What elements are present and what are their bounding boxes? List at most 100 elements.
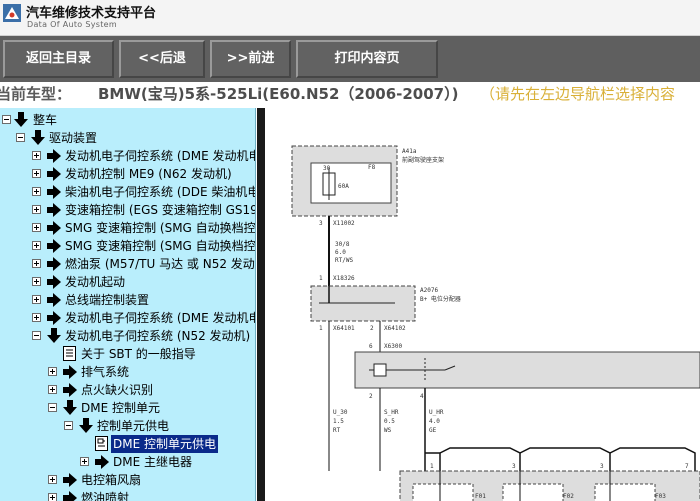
f01-label: F01 [475, 493, 486, 500]
pin-7: 7 [685, 463, 689, 470]
fuse-f02 [502, 483, 564, 501]
current-vehicle-bar: 当前车型： BMW(宝马)5系-525Li(E60.N52（2006-2007）… [0, 82, 700, 106]
tree-item-label: 排气系统 [81, 365, 130, 379]
tree-item-label: DME 主继电器 [113, 455, 192, 469]
wire-u30-b: 1.5 [333, 418, 344, 425]
pin-2b: 2 [369, 393, 373, 400]
collapse-icon[interactable] [16, 133, 25, 142]
right-arrow-icon [47, 149, 61, 163]
app-title: 汽车维修技术支持平台 [26, 6, 157, 21]
down-arrow-icon [47, 328, 61, 343]
wiring-diagram-panel: A41a 前副驾驶座支架 F8 30 60A 3 X11002 30/8 6.0… [257, 108, 700, 501]
expand-icon[interactable] [32, 313, 41, 322]
tree-item-label: 燃油喷射 [81, 491, 130, 501]
collapse-icon[interactable] [32, 331, 41, 340]
right-arrow-icon [47, 203, 61, 217]
app-header: 汽车维修技术支持平台 Data Of Auto System [0, 0, 700, 36]
expand-icon[interactable] [48, 475, 57, 484]
pin-3: 3 [319, 220, 323, 227]
back-button[interactable]: <<后退 [119, 40, 205, 78]
right-arrow-icon [47, 239, 61, 253]
x11002-label: X11002 [333, 220, 355, 227]
expand-icon[interactable] [32, 169, 41, 178]
navigation-tree: 整车 驱动装置 发动机电子伺控系统 (DME 发动机电 发动机控制 ME9 (N… [0, 108, 256, 501]
right-arrow-icon [63, 491, 77, 501]
wire-u30: U_30 [333, 409, 348, 416]
expand-icon[interactable] [32, 277, 41, 286]
wire-uhr-c: GE [429, 427, 437, 434]
right-arrow-icon [47, 311, 61, 325]
tree-item-label: 变速箱控制 (EGS 变速箱控制 GS19 [65, 203, 256, 217]
fuse-f01 [412, 483, 474, 501]
right-arrow-icon [47, 293, 61, 307]
expand-icon[interactable] [32, 223, 41, 232]
expand-icon[interactable] [32, 295, 41, 304]
tree-item-label: DME 控制单元 [81, 401, 160, 415]
back-to-main-button[interactable]: 返回主目录 [3, 40, 114, 78]
wire1-c: RT/WS [335, 257, 353, 264]
right-arrow-icon [63, 365, 77, 379]
right-arrow-icon [47, 167, 61, 181]
vehicle-hint: （请先在左边导航栏选择内容 [480, 85, 676, 103]
f8-label: F8 [368, 164, 376, 171]
x18326-label: X18326 [333, 275, 355, 282]
tree-item-label: 控制单元供电 [97, 419, 170, 433]
pin-5: 3 [600, 463, 604, 470]
tree-item-label: 发动机起动 [65, 275, 126, 289]
expand-icon[interactable] [32, 187, 41, 196]
tree-item-label: 柴油机电子伺控系统 (DDE 柴油机电 [65, 185, 256, 199]
expand-icon[interactable] [48, 385, 57, 394]
app-logo-icon [3, 4, 21, 22]
pin-3b: 3 [512, 463, 516, 470]
a41a-label: A41a [402, 148, 417, 155]
wire-shr: S_HR [384, 409, 399, 416]
pin-1b: 1 [319, 325, 323, 332]
tree-item-label: 点火缺火识别 [81, 383, 154, 397]
x64102-label: X64102 [384, 325, 406, 332]
tree-item-label: 发动机控制 ME9 (N62 发动机) [65, 167, 232, 181]
down-arrow-icon [63, 400, 77, 415]
wire-shr-b: 0.5 [384, 418, 395, 425]
tree-item-label: 关于 SBT 的一般指导 [81, 347, 196, 361]
a2076-desc: B+ 电位分配器 [420, 295, 461, 303]
tree-item-label: 总线端控制装置 [65, 293, 150, 307]
tree-item-label: SMG 变速箱控制 (SMG 自动换档控 [65, 221, 256, 235]
wiring-diagram: A41a 前副驾驶座支架 F8 30 60A 3 X11002 30/8 6.0… [291, 145, 700, 501]
expand-icon[interactable] [32, 241, 41, 250]
pin-2: 2 [370, 325, 374, 332]
wire-u30-c: RT [333, 427, 341, 434]
collapse-icon[interactable] [2, 115, 11, 124]
expand-icon[interactable] [32, 151, 41, 160]
pin-1c: 1 [430, 463, 434, 470]
down-arrow-icon [14, 112, 28, 127]
expand-icon[interactable] [32, 259, 41, 268]
vehicle-label: 当前车型： [0, 85, 72, 103]
pin-6: 6 [369, 343, 373, 350]
expand-icon[interactable] [48, 493, 57, 501]
app-subtitle: Data Of Auto System [27, 20, 117, 29]
tree-item-label: 驱动装置 [49, 131, 98, 145]
relay-coil [373, 363, 387, 377]
expand-icon[interactable] [80, 457, 89, 466]
expand-icon[interactable] [48, 367, 57, 376]
vehicle-model: BMW(宝马)5系-525Li(E60.N52（2006-2007）) [98, 85, 459, 103]
down-arrow-icon [79, 418, 93, 433]
forward-button[interactable]: >>前进 [210, 40, 291, 78]
print-content-button[interactable]: 打印内容页 [296, 40, 438, 78]
wire1-a: 30/8 [335, 241, 350, 248]
document-icon [63, 346, 76, 361]
x64101-label: X64101 [333, 325, 355, 332]
collapse-icon[interactable] [64, 421, 73, 430]
f02-label: F02 [563, 493, 574, 500]
right-arrow-icon [95, 455, 109, 469]
pin-1a: 1 [319, 275, 323, 282]
collapse-icon[interactable] [48, 403, 57, 412]
right-arrow-icon [63, 473, 77, 487]
expand-icon[interactable] [32, 205, 41, 214]
wire1-b: 6.0 [335, 249, 346, 256]
panel-divider[interactable] [257, 108, 265, 501]
right-arrow-icon [47, 275, 61, 289]
diagram-document-icon [95, 436, 108, 451]
app-window: { "header": { "title": "汽车维修技术支持平台", "su… [0, 0, 700, 501]
fuse-f03 [594, 483, 656, 501]
